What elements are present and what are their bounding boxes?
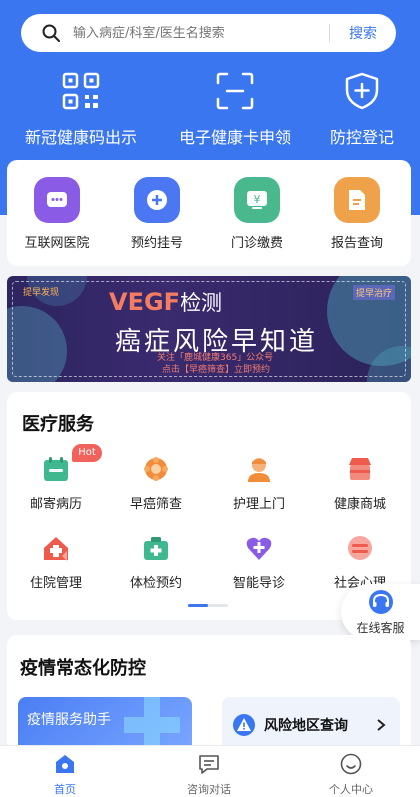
banner-line2: 点击【早癌筛查】立即预约 xyxy=(162,365,271,375)
quick-label: 防控登记 xyxy=(329,128,394,147)
banner-tag-left: 提早发现 xyxy=(23,288,60,298)
svg-text:¥: ¥ xyxy=(254,193,261,206)
service-label: 门诊缴费 xyxy=(230,236,283,251)
epidemic-section-title: 疫情常态化防控 xyxy=(20,658,146,679)
store-icon xyxy=(349,458,371,480)
med-label: 智能导诊 xyxy=(232,576,285,591)
med-cancer-screening[interactable]: 早癌筛查 xyxy=(106,455,206,512)
qr-code-icon xyxy=(62,72,100,110)
tab-label: 首页 xyxy=(54,783,76,796)
med-label: 住院管理 xyxy=(29,576,82,591)
tab-profile[interactable]: 个人中心 xyxy=(311,753,391,797)
service-label: 预约挂号 xyxy=(130,236,183,251)
service-report[interactable]: 报告查询 xyxy=(312,177,402,251)
services-card: 互联网医院 预约挂号 ¥ 门诊缴费 报告查询 xyxy=(7,160,411,266)
service-payment[interactable]: ¥ 门诊缴费 xyxy=(212,177,302,251)
warning-icon xyxy=(233,714,255,736)
banner-tag-right: 提早治疗 xyxy=(352,285,395,300)
flower-icon xyxy=(144,457,168,481)
med-smart-guide[interactable]: 智能导诊 xyxy=(209,534,309,591)
service-label: 互联网医院 xyxy=(24,236,90,251)
chevron-right-icon xyxy=(377,719,386,731)
service-label: 报告查询 xyxy=(330,236,383,251)
headset-icon xyxy=(368,589,393,614)
med-health-store[interactable]: 健康商城 xyxy=(310,455,410,512)
yen-card-icon: ¥ xyxy=(234,177,280,223)
tab-home[interactable]: 首页 xyxy=(25,753,105,797)
shield-plus-icon xyxy=(345,72,379,110)
med-home-nursing[interactable]: 护理上门 xyxy=(209,455,309,512)
page-indicator xyxy=(188,604,228,607)
quick-health-code[interactable]: 新冠健康码出示 xyxy=(18,72,144,148)
home-icon xyxy=(56,755,74,773)
med-label: 体检预约 xyxy=(129,576,182,591)
search-button[interactable]: 搜索 xyxy=(330,23,396,43)
med-inpatient[interactable]: 住院管理 xyxy=(6,534,106,591)
document-icon xyxy=(334,177,380,223)
search-input[interactable] xyxy=(73,25,329,41)
epidemic-assistant-label: 疫情服务助手 xyxy=(27,712,111,728)
medical-section-title: 医疗服务 xyxy=(22,414,94,435)
chat-icon xyxy=(199,755,219,774)
med-label: 护理上门 xyxy=(232,497,285,512)
chat-dots-icon xyxy=(34,177,80,223)
tab-consult[interactable]: 咨询对话 xyxy=(169,753,249,797)
med-checkup[interactable]: 体检预约 xyxy=(106,534,206,591)
promo-banner[interactable]: 提早发现 提早治疗 VEGF检测 癌症风险早知道 关注「鹿城健康365」公众号 … xyxy=(7,276,411,382)
quick-label: 新冠健康码出示 xyxy=(24,128,137,147)
quick-health-card[interactable]: 电子健康卡申领 xyxy=(170,72,300,148)
search-icon xyxy=(42,24,60,42)
scan-card-icon xyxy=(216,72,254,110)
online-service-label: 在线客服 xyxy=(356,620,405,635)
risk-area-query-label: 风险地区查询 xyxy=(264,718,348,734)
plus-diamond-icon xyxy=(134,177,180,223)
service-appointment[interactable]: 预约挂号 xyxy=(112,177,202,251)
tab-label: 咨询对话 xyxy=(187,783,231,796)
online-service-button[interactable]: 在线客服 xyxy=(341,584,420,640)
hospital-icon xyxy=(44,537,68,561)
med-mail-records[interactable]: 邮寄病历 xyxy=(6,455,106,512)
guide-heart-icon xyxy=(246,537,272,560)
tab-label: 个人中心 xyxy=(329,783,373,796)
hot-badge: Hot xyxy=(72,444,102,462)
search-bar: 搜索 xyxy=(21,14,396,52)
med-label: 健康商城 xyxy=(333,497,386,512)
calendar-icon xyxy=(44,457,68,481)
nurse-icon xyxy=(248,458,270,482)
service-internet-hospital[interactable]: 互联网医院 xyxy=(12,177,102,251)
med-label: 早癌筛查 xyxy=(129,497,182,512)
banner-title: VEGF检测 xyxy=(109,288,223,316)
psychology-icon xyxy=(348,536,372,560)
med-psychology[interactable]: 社会心理 xyxy=(310,534,410,591)
med-label: 邮寄病历 xyxy=(29,497,82,512)
quick-register[interactable]: 防控登记 xyxy=(326,72,398,148)
medical-kit-icon xyxy=(144,537,168,560)
user-face-icon xyxy=(340,753,362,775)
quick-label: 电子健康卡申领 xyxy=(178,128,291,147)
page-indicator-active xyxy=(188,604,208,607)
